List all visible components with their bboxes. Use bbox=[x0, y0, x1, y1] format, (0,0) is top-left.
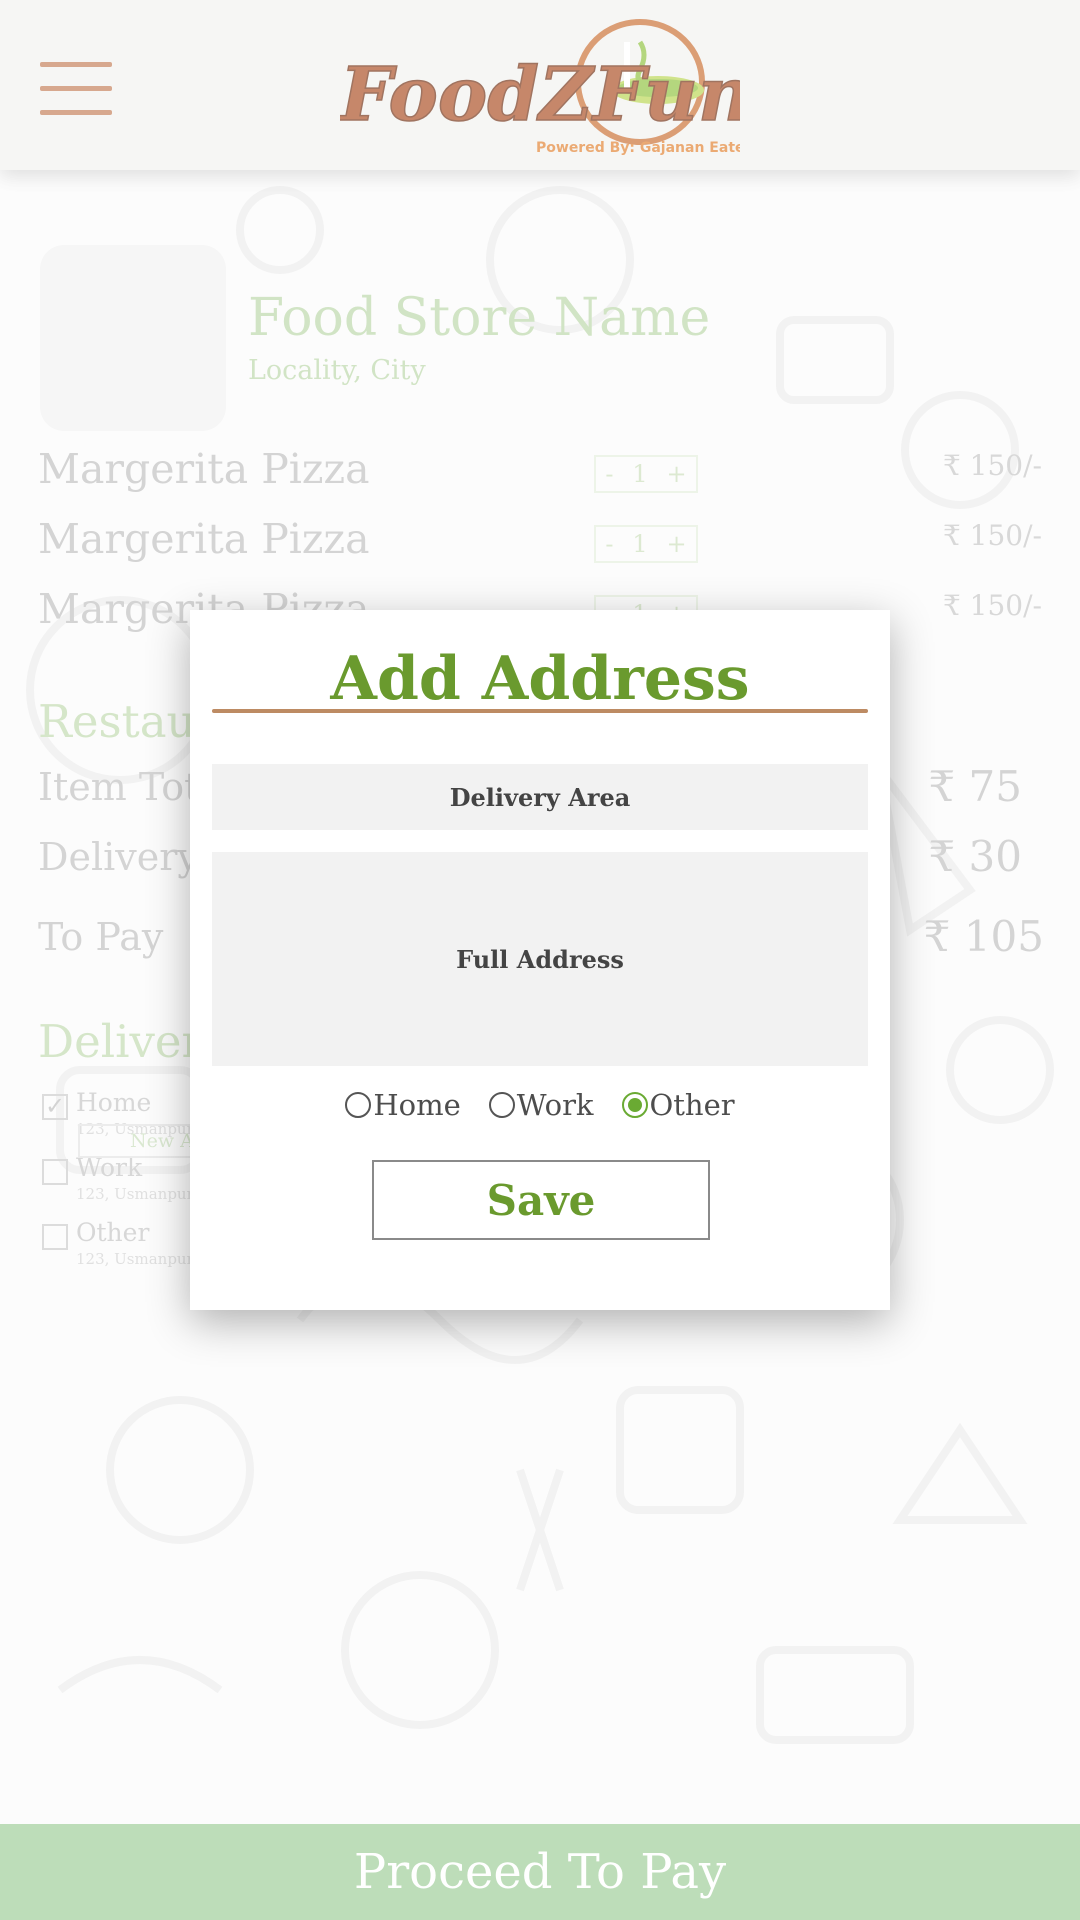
add-address-modal: Add Address Delivery Area Full Address H… bbox=[190, 610, 890, 1310]
radio-checked-icon[interactable] bbox=[621, 1092, 648, 1118]
full-address-textarea[interactable]: Full Address bbox=[212, 852, 868, 1066]
radio-unchecked-icon[interactable] bbox=[488, 1092, 515, 1118]
modal-title: Add Address bbox=[330, 644, 750, 714]
radio-label: Other bbox=[649, 1088, 735, 1122]
radio-unchecked-icon[interactable] bbox=[345, 1092, 372, 1118]
radio-other[interactable]: Other bbox=[621, 1088, 735, 1122]
delivery-area-input[interactable]: Delivery Area bbox=[212, 764, 868, 830]
radio-label: Work bbox=[516, 1088, 594, 1122]
radio-home[interactable]: Home bbox=[345, 1088, 461, 1122]
save-button[interactable]: Save bbox=[372, 1160, 710, 1240]
address-type-radio-group: Home Work Other bbox=[190, 1088, 890, 1122]
title-divider bbox=[212, 709, 868, 713]
radio-work[interactable]: Work bbox=[488, 1088, 594, 1122]
radio-label: Home bbox=[373, 1088, 461, 1122]
